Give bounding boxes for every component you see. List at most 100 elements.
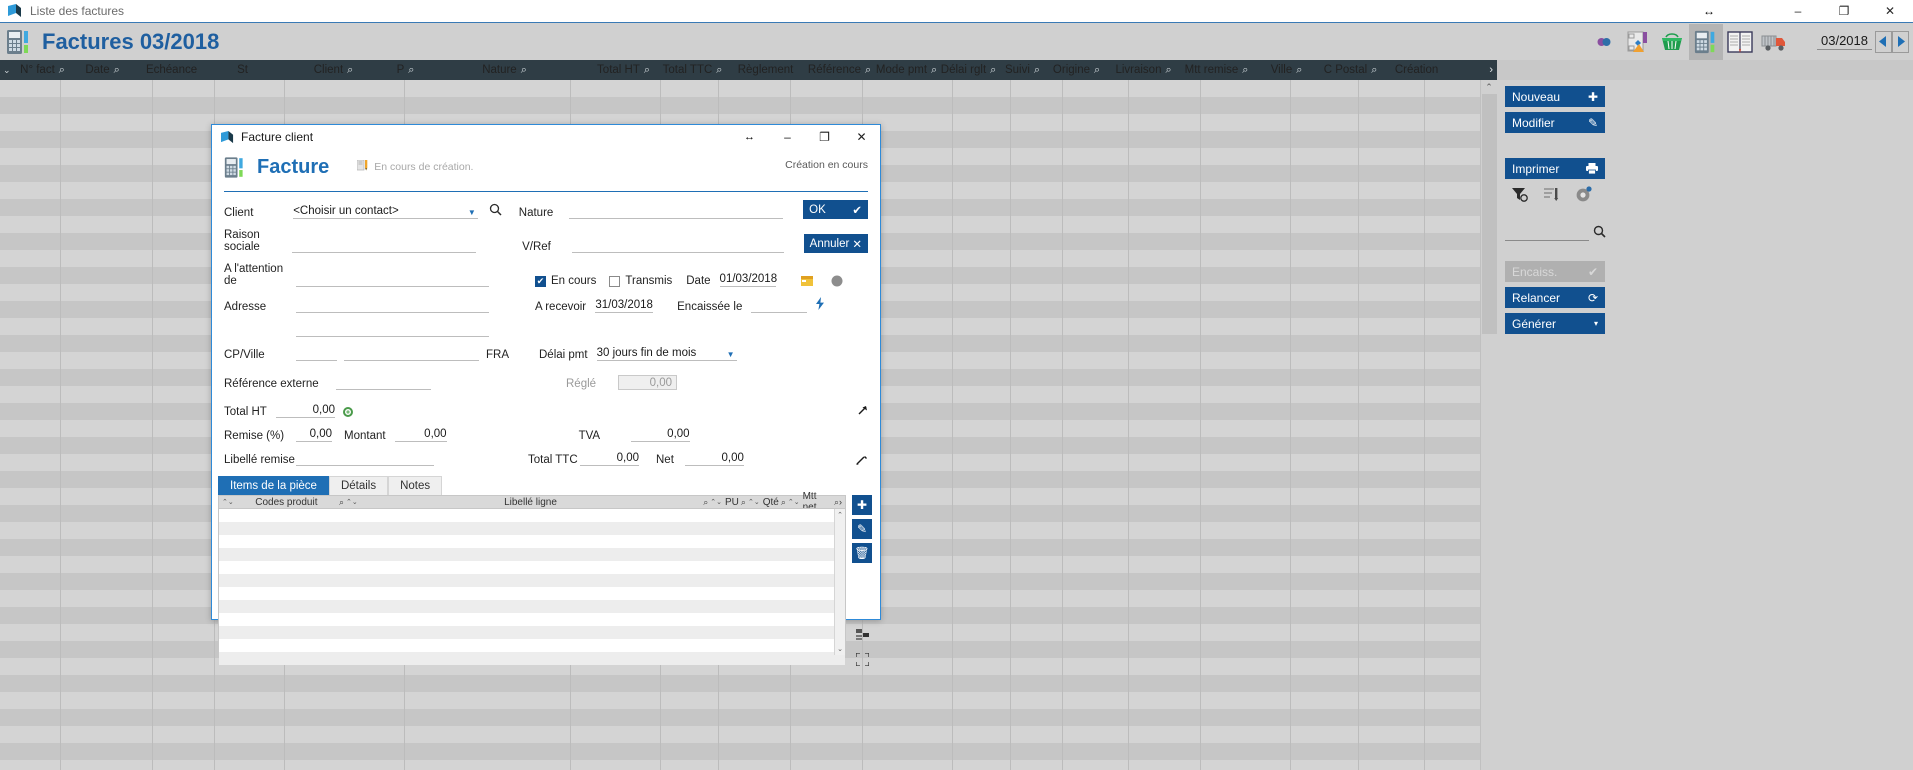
chevron-right-icon[interactable]: ›	[839, 497, 845, 507]
column-header-n-fact[interactable]: N° fact ⌕	[14, 60, 72, 80]
table-row[interactable]	[0, 692, 1480, 709]
column-header-mtt-remise[interactable]: Mtt remise ⌕	[1180, 60, 1254, 80]
pays-value[interactable]: FRA	[486, 349, 509, 361]
list-item[interactable]	[219, 522, 845, 535]
dialog-maximize-button[interactable]: ❐	[806, 125, 843, 149]
sort-indicator-icon[interactable]: ⌃⌄	[344, 498, 358, 506]
reference-externe-input[interactable]	[336, 376, 431, 390]
workflow-diagram-icon[interactable]	[1621, 24, 1655, 60]
chevron-up-icon[interactable]: ⌃	[1481, 82, 1497, 93]
column-pu[interactable]: PU	[722, 497, 739, 508]
dialog-minimize-button[interactable]: –	[769, 125, 806, 149]
pencil-icon[interactable]	[855, 453, 868, 466]
search-icon[interactable]: ⌕	[57, 64, 67, 77]
list-item[interactable]	[219, 548, 845, 561]
cp-input[interactable]	[296, 347, 337, 361]
export-list-icon[interactable]	[1541, 185, 1561, 203]
expand-up-icon[interactable]	[855, 405, 868, 418]
search-icon[interactable]: ⌕	[406, 64, 416, 77]
generer-button[interactable]: Générer ▾	[1505, 313, 1605, 334]
lightning-icon[interactable]	[816, 297, 825, 313]
add-line-button[interactable]: ✚	[852, 495, 872, 515]
nature-input[interactable]	[568, 205, 784, 219]
tva-field[interactable]: 0,00	[630, 428, 690, 442]
chevron-down-icon[interactable]: ⌄	[835, 645, 845, 653]
client-combobox[interactable]: <Choisir un contact> ▼	[293, 205, 478, 219]
refresh-icon[interactable]	[1587, 24, 1621, 60]
column-header-client[interactable]: Client ⌕	[276, 60, 392, 80]
column-header-r-glement[interactable]: Règlement	[728, 60, 804, 80]
chevron-right-icon[interactable]: ›	[1489, 64, 1493, 76]
column-header-suivi[interactable]: Suivi ⌕	[1000, 60, 1046, 80]
resize-horizontal-icon[interactable]: ↔	[1703, 4, 1715, 18]
cancel-button[interactable]: Annuler ✕	[803, 234, 868, 253]
adresse-input[interactable]	[296, 299, 489, 313]
dialog-close-button[interactable]: ✕	[843, 125, 880, 149]
column-header-d-lai-rglt[interactable]: Délai rglt ⌕	[938, 60, 1000, 80]
attention-input[interactable]	[296, 273, 489, 287]
list-item[interactable]	[219, 509, 845, 522]
tab-notes[interactable]: Notes	[388, 476, 443, 495]
delai-pmt-combobox[interactable]: 30 jours fin de mois ▼	[596, 347, 737, 361]
search-icon[interactable]: ⌕	[1240, 64, 1250, 77]
calendar-icon[interactable]	[800, 275, 813, 287]
column-header-total-ht[interactable]: Total HT ⌕	[590, 60, 658, 80]
shopping-basket-icon[interactable]	[1655, 24, 1689, 60]
column-header-cr-ation[interactable]: Création	[1382, 60, 1452, 80]
list-item[interactable]	[219, 639, 845, 652]
ok-button[interactable]: OK ✔	[803, 200, 868, 219]
list-item[interactable]	[219, 626, 845, 639]
search-icon[interactable]: ⌕	[779, 497, 786, 508]
reorder-lines-button[interactable]	[852, 625, 872, 645]
list-item[interactable]	[219, 587, 845, 600]
chevron-down-icon[interactable]: ▼	[468, 208, 476, 217]
chevron-down-icon[interactable]: ▾	[1587, 319, 1605, 328]
delivery-truck-icon[interactable]	[1757, 24, 1791, 60]
column-header-nature[interactable]: Nature ⌕	[420, 60, 590, 80]
total-ttc-field[interactable]: 0,00	[580, 452, 639, 466]
line-grid-scrollbar[interactable]: ⌃ ⌄	[834, 509, 845, 655]
panel-search[interactable]	[1505, 225, 1606, 241]
search-icon[interactable]: ⌕	[1092, 64, 1102, 77]
column-header-total-ttc[interactable]: Total TTC ⌕	[658, 60, 728, 80]
status-circle-icon[interactable]	[831, 275, 843, 287]
search-icon[interactable]: ⌕	[345, 64, 355, 77]
list-item[interactable]	[219, 613, 845, 626]
line-grid-body[interactable]: ⌃ ⌄	[218, 508, 846, 665]
table-row[interactable]	[0, 726, 1480, 743]
search-icon[interactable]: ⌕	[1294, 64, 1304, 77]
column-header-mode-pmt[interactable]: Mode pmt ⌕	[876, 60, 938, 80]
list-item[interactable]	[219, 652, 845, 665]
search-icon[interactable]: ⌕	[863, 64, 873, 77]
search-icon[interactable]: ⌕	[988, 64, 998, 77]
net-field[interactable]: 0,00	[684, 452, 744, 466]
column-header-p[interactable]: P ⌕	[392, 60, 420, 80]
minimize-button[interactable]: –	[1775, 0, 1821, 22]
recalculate-icon[interactable]	[342, 406, 354, 418]
grid-vertical-scrollbar[interactable]: ⌃	[1480, 80, 1497, 770]
total-ht-field[interactable]: 0,00	[276, 404, 335, 418]
date-input[interactable]: 01/03/2018	[719, 273, 777, 287]
search-icon[interactable]: ⌕	[739, 497, 746, 508]
libelle-remise-input[interactable]	[296, 452, 434, 466]
column-qte[interactable]: Qté	[760, 497, 779, 508]
ledger-book-icon[interactable]	[1723, 24, 1757, 60]
period-prev-button[interactable]	[1875, 30, 1892, 53]
resize-horizontal-icon[interactable]: ↔	[744, 131, 755, 143]
list-item[interactable]	[219, 600, 845, 613]
table-row[interactable]	[0, 97, 1480, 114]
search-input[interactable]	[1505, 227, 1589, 241]
maximize-button[interactable]: ❐	[1821, 0, 1867, 22]
column-header-origine[interactable]: Origine ⌕	[1046, 60, 1108, 80]
table-row[interactable]	[0, 760, 1480, 770]
sort-indicator-icon[interactable]: ⌃⌄	[786, 498, 800, 506]
column-header-date[interactable]: Date ⌕	[72, 60, 134, 80]
table-row[interactable]	[0, 80, 1480, 97]
sort-indicator-icon[interactable]: ⌃⌄	[746, 498, 760, 506]
fullscreen-button[interactable]	[852, 649, 872, 669]
raison-sociale-input[interactable]	[292, 239, 477, 253]
ville-input[interactable]	[344, 347, 479, 361]
search-icon[interactable]: ⌕	[519, 64, 529, 77]
column-header-ech-ance[interactable]: Echéance	[134, 60, 210, 80]
encaisser-button[interactable]: Encaiss. ✔	[1505, 261, 1605, 282]
